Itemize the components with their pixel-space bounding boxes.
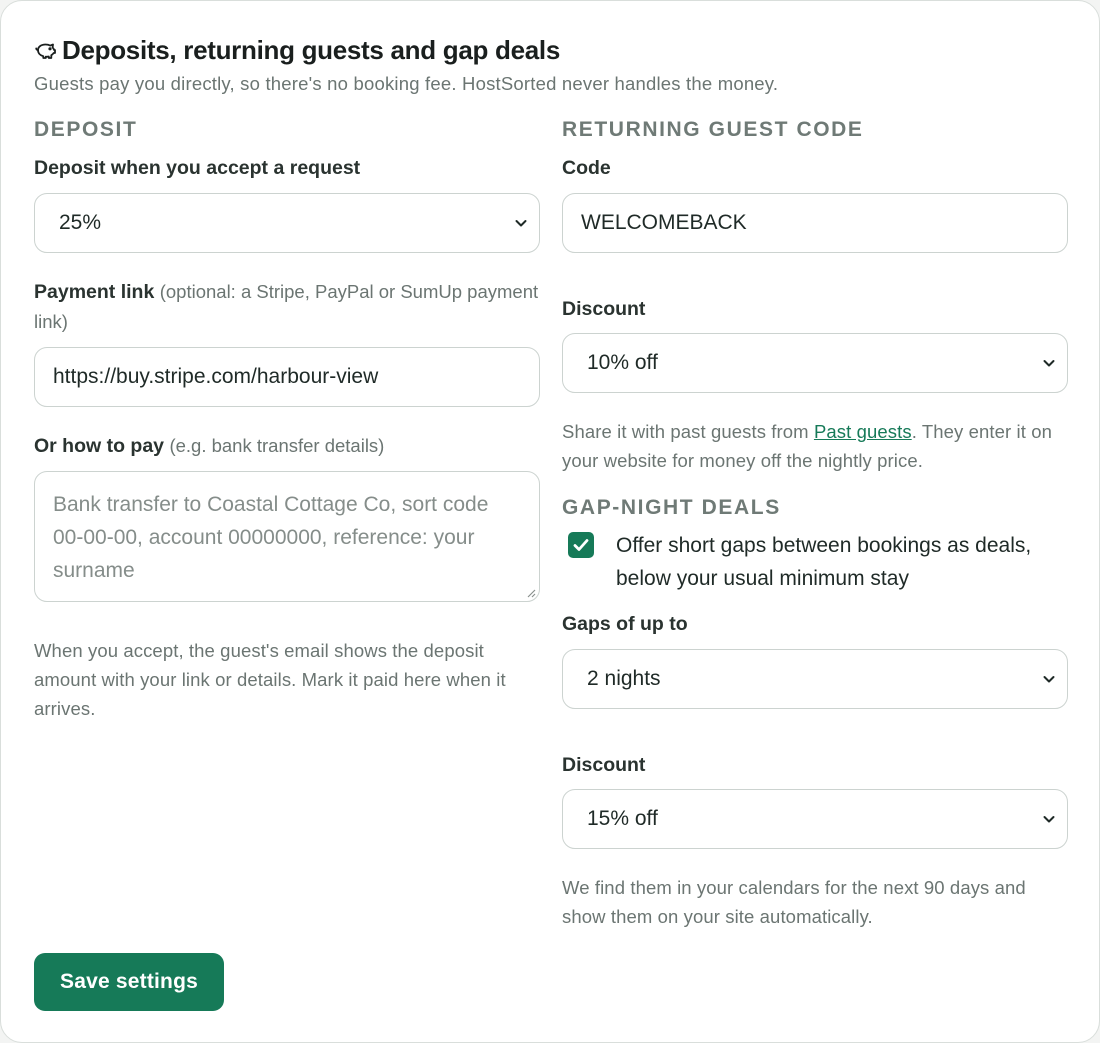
chevron-down-icon: [1043, 816, 1055, 823]
gap-deals-checkbox-label: Offer short gaps between bookings as dea…: [616, 534, 1032, 590]
how-to-pay-placeholder: Bank transfer to Coastal Cottage Co, sor…: [53, 493, 489, 582]
title-row: Deposits, returning guests and gap deals: [34, 34, 1066, 66]
gap-deals-checkbox[interactable]: [568, 532, 594, 558]
page-title: Deposits, returning guests and gap deals: [62, 34, 560, 65]
code-value: WELCOMEBACK: [581, 211, 747, 234]
settings-card: Deposits, returning guests and gap deals…: [0, 0, 1100, 1043]
how-to-pay-label: Or how to pay (e.g. bank transfer detail…: [34, 431, 540, 461]
gap-discount-value: 15% off: [587, 807, 658, 830]
card-header: Deposits, returning guests and gap deals…: [34, 34, 1066, 95]
deposit-note: When you accept, the guest's email shows…: [34, 640, 506, 719]
gap-discount-select[interactable]: 15% off: [562, 789, 1068, 849]
how-to-pay-textarea[interactable]: Bank transfer to Coastal Cottage Co, sor…: [34, 471, 540, 602]
chevron-down-icon: [1043, 360, 1055, 367]
payment-link-value: https://buy.stripe.com/harbour-view: [53, 365, 379, 388]
deposit-amount-label: Deposit when you accept a request: [34, 157, 361, 179]
returning-discount-label: Discount: [562, 298, 646, 320]
gaps-value: 2 nights: [587, 667, 661, 690]
gap-deals-checkbox-row[interactable]: Offer short gaps between bookings as dea…: [562, 529, 1068, 595]
page-subtitle: Guests pay you directly, so there's no b…: [34, 73, 779, 94]
returning-discount-select[interactable]: 10% off: [562, 333, 1068, 393]
returning-discount-value: 10% off: [587, 351, 658, 374]
returning-section-title: RETURNING GUEST CODE: [562, 118, 864, 141]
how-to-pay-label-text: Or how to pay: [34, 435, 165, 457]
payment-link-label: Payment link (optional: a Stripe, PayPal…: [34, 277, 540, 337]
gap-note: We find them in your calendars for the n…: [562, 877, 1026, 927]
chevron-down-icon: [515, 220, 527, 227]
gap-section-title: GAP-NIGHT DEALS: [562, 496, 781, 519]
returning-note-prefix: Share it with past guests from: [562, 421, 814, 442]
deposit-amount-value: 25%: [59, 211, 102, 234]
returning-note: Share it with past guests from Past gues…: [562, 417, 1068, 475]
piggy-bank-icon: [34, 38, 58, 62]
how-to-pay-hint: (e.g. bank transfer details): [169, 435, 385, 456]
code-label: Code: [562, 157, 611, 179]
deposit-section-title: DEPOSIT: [34, 118, 138, 141]
deposit-column: DEPOSIT Deposit when you accept a reques…: [34, 113, 540, 723]
deposit-amount-select[interactable]: 25%: [34, 193, 540, 253]
code-input[interactable]: WELCOMEBACK: [562, 193, 1068, 253]
payment-link-input[interactable]: https://buy.stripe.com/harbour-view: [34, 347, 540, 407]
chevron-down-icon: [1043, 676, 1055, 683]
gaps-label: Gaps of up to: [562, 613, 688, 635]
checkmark-icon: [573, 539, 589, 551]
resize-handle-icon[interactable]: [526, 588, 536, 598]
payment-link-label-text: Payment link: [34, 281, 155, 303]
returning-guest-column: RETURNING GUEST CODE Code WELCOMEBACK Di…: [562, 113, 1068, 931]
gaps-select[interactable]: 2 nights: [562, 649, 1068, 709]
save-settings-button[interactable]: Save settings: [34, 953, 224, 1011]
past-guests-link[interactable]: Past guests: [814, 421, 912, 442]
gap-discount-label: Discount: [562, 754, 646, 776]
